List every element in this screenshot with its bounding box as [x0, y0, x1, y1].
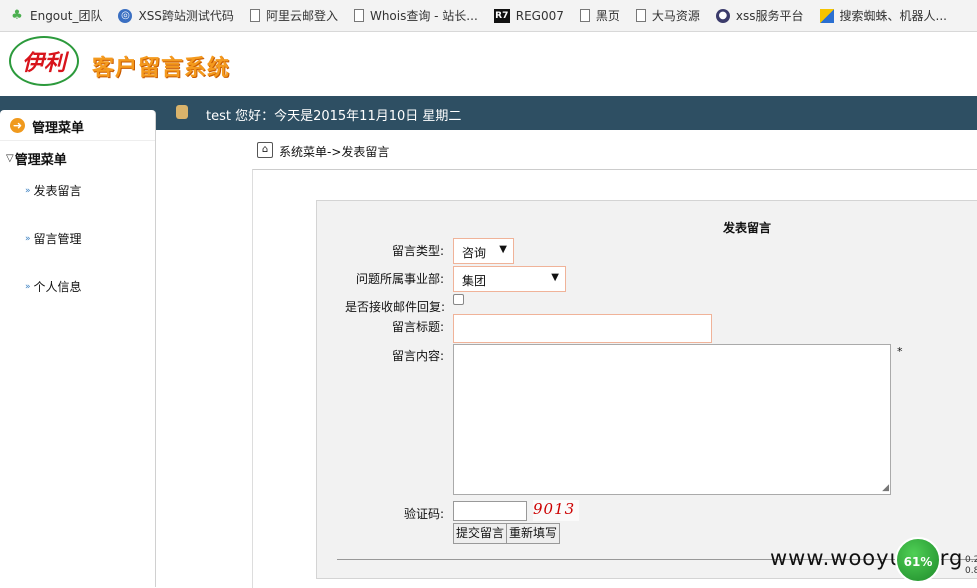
user-icon [176, 105, 188, 119]
content-textarea[interactable]: ◢ [453, 344, 891, 495]
email-reply-label: 是否接收邮件回复: [345, 300, 446, 314]
type-label: 留言类型: [392, 244, 445, 258]
brand-logo: 伊利 [9, 36, 79, 86]
r7-icon: R7 [493, 8, 510, 23]
breadcrumb: ⌂ 系统菜单->发表留言 [252, 138, 977, 168]
dept-label: 问题所属事业部: [356, 272, 445, 286]
page-icon [353, 9, 364, 22]
widget-value-bottom: 0.8 [965, 566, 977, 576]
bookmark-whois[interactable]: Whois查询 - 站长... [344, 0, 484, 31]
sidebar-item-profile[interactable]: » 个人信息 [25, 278, 82, 295]
bookmark-aliyun-mail[interactable]: 阿里云邮登入 [240, 0, 344, 31]
captcha-input[interactable] [453, 501, 527, 521]
form-title: 发表留言 [723, 221, 772, 235]
bookmark-reg007[interactable]: R7 REG007 [484, 0, 570, 31]
page-icon [249, 9, 260, 22]
globe-icon: ◎ [118, 8, 133, 23]
sidebar: ➜ 管理菜单 ▽ 管理菜单 » 发表留言 » 留言管理 » 个人信息 [0, 110, 156, 587]
arrow-right-icon: ➜ [10, 118, 25, 133]
dropdown-caret-icon: ▼ [551, 272, 559, 283]
subject-input[interactable] [453, 314, 712, 343]
bookmark-heiye[interactable]: 黑页 [570, 0, 626, 31]
double-chevron-icon: » [25, 185, 31, 196]
captcha-label: 验证码: [404, 507, 445, 521]
dept-select[interactable]: 集团 ▼ [453, 266, 566, 292]
system-title: 客户留言系统 [92, 56, 231, 81]
bookmark-xss-platform[interactable]: ● xss服务平台 [706, 0, 810, 31]
page-icon [635, 9, 646, 22]
leaf-icon: ♣ [11, 8, 23, 23]
bookmark-spider-search[interactable]: 搜索蜘蛛、机器人... [810, 0, 953, 31]
submit-button[interactable]: 提交留言 [453, 523, 508, 544]
sidebar-section-label: 管理菜单 [14, 153, 67, 168]
bookmark-dama[interactable]: 大马资源 [626, 0, 706, 31]
triangle-down-icon: ▽ [6, 153, 14, 164]
breadcrumb-text: 系统菜单->发表留言 [279, 145, 390, 159]
double-chevron-icon: » [25, 233, 31, 244]
double-chevron-icon: » [25, 281, 31, 292]
dark-circle-icon: ● [715, 8, 730, 23]
home-icon[interactable]: ⌂ [257, 142, 273, 158]
sidebar-item-message-manage[interactable]: » 留言管理 [25, 230, 82, 247]
email-reply-checkbox[interactable] [453, 294, 464, 305]
content-label: 留言内容: [392, 349, 445, 363]
resize-grip-icon[interactable]: ◢ [882, 484, 889, 493]
sidebar-header: ➜ 管理菜单 [0, 110, 155, 141]
subject-label: 留言标题: [392, 320, 445, 334]
bookmarks-bar: ♣ Engout_团队 ◎ XSS跨站测试代码 阿里云邮登入 Whois查询 - 站… [0, 0, 977, 32]
sidebar-item-post-message[interactable]: » 发表留言 [25, 182, 82, 199]
type-select[interactable]: 咨询 ▼ [453, 238, 514, 264]
reset-button[interactable]: 重新填写 [506, 523, 561, 544]
dropdown-caret-icon: ▼ [499, 244, 507, 255]
greeting-text: test 您好：今天是2015年11月10日 星期二 [206, 109, 462, 124]
required-mark: * [897, 345, 903, 358]
sidebar-section-toggle[interactable]: ▽ 管理菜单 [6, 149, 67, 168]
widget-value-top: 0.2 [965, 555, 977, 565]
flag-icon [819, 8, 834, 23]
bookmark-engout[interactable]: ♣ Engout_团队 [0, 0, 108, 31]
speed-widget[interactable]: 61% [895, 537, 941, 583]
captcha-image[interactable]: 9013 [533, 500, 579, 521]
page-icon [579, 9, 590, 22]
page-header: 伊利 客户留言系统 [0, 32, 977, 95]
sidebar-header-label: 管理菜单 [32, 121, 85, 136]
bookmark-xss-test[interactable]: ◎ XSS跨站测试代码 [108, 0, 239, 31]
